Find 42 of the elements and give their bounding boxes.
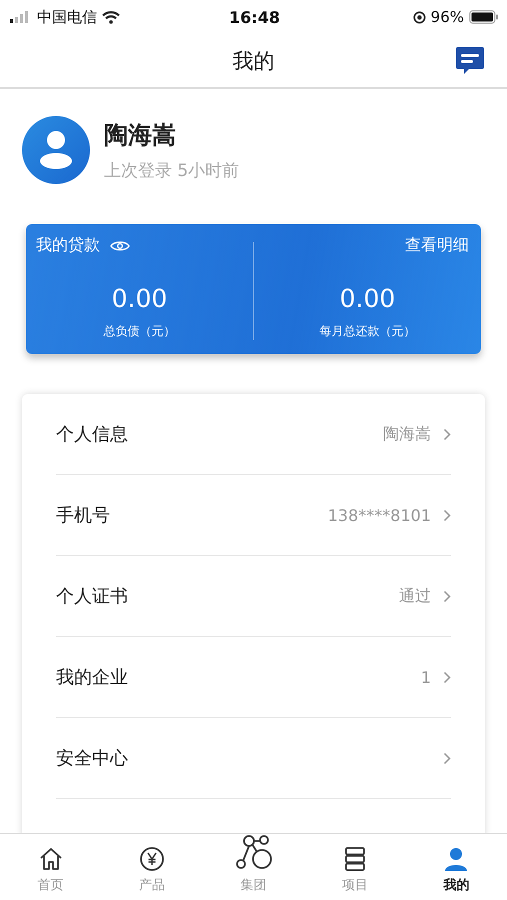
menu-value: 通过 [399,586,431,606]
menu-label: 安全中心 [56,747,129,770]
avatar-icon[interactable] [22,116,90,184]
menu-row[interactable]: 个人信息 陶海嵩 [56,394,451,475]
rotation-lock-icon [412,10,426,24]
menu-row[interactable]: 我的企业 1 [56,637,451,718]
person-icon [443,846,470,872]
wifi-icon [102,10,120,24]
carrier-name: 中国电信 [37,8,97,26]
menu-row[interactable]: 手机号 138****8101 [56,475,451,556]
menu-label: 我的企业 [56,666,129,689]
stat-label: 每月总还款（元） [320,323,416,340]
eye-icon[interactable] [110,240,130,252]
view-details-link[interactable]: 查看明细 [405,235,469,256]
home-icon [38,846,64,872]
chevron-right-icon [443,590,451,602]
tab[interactable]: 我的 [406,834,507,900]
message-icon[interactable] [455,45,485,75]
battery-icon [469,10,499,24]
stat-label: 总负债（元） [104,323,176,340]
menu-value: 138****8101 [328,506,431,524]
battery-percent: 96% [430,8,464,26]
menu-label: 个人证书 [56,585,129,608]
menu-value: 1 [420,668,431,686]
menu-row[interactable]: 个人证书 通过 [56,556,451,637]
last-login-text: 上次登录 5小时前 [104,160,240,182]
chevron-right-icon [443,508,451,522]
chevron-right-icon [443,428,451,440]
stat-value: 0.00 [340,284,396,313]
page-title: 我的 [232,48,274,74]
yen-coin-icon [139,846,166,872]
loan-title: 我的贷款 [36,235,100,256]
menu-label: 个人信息 [56,423,129,446]
menu-label: 手机号 [56,504,111,527]
chevron-right-icon [443,670,451,684]
menu-value: 陶海嵩 [383,424,431,444]
menu-row[interactable]: 安全中心 [56,718,451,799]
chevron-right-icon [443,752,451,764]
connected-nodes-icon [234,834,273,872]
user-name: 陶海嵩 [104,120,177,150]
status-time: 16:48 [229,8,280,26]
stat-value: 0.00 [112,284,168,313]
